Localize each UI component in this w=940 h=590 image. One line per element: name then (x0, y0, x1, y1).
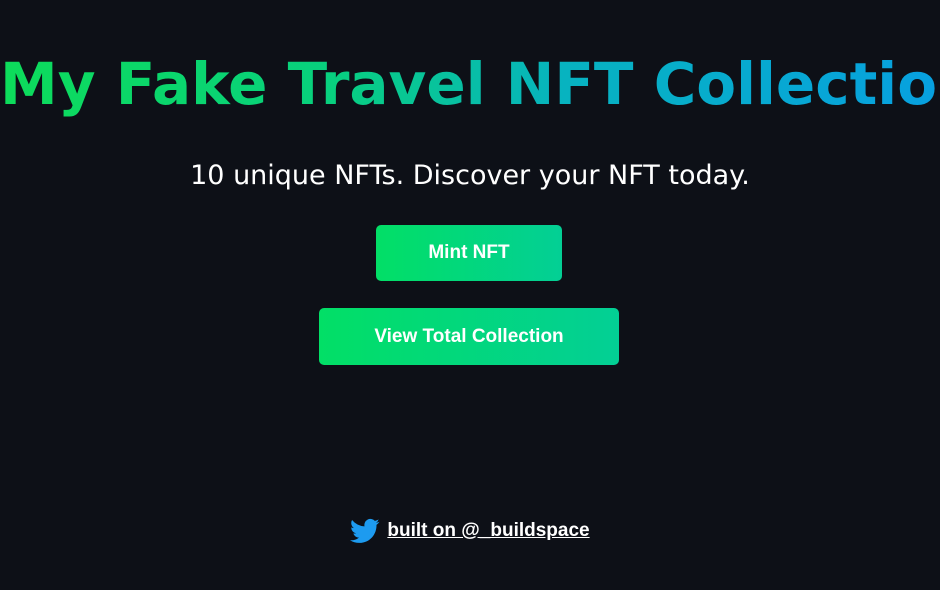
footer: built on @_buildspace (0, 512, 940, 550)
page-title: My Fake Travel NFT Collection (0, 44, 940, 124)
twitter-icon (350, 516, 380, 546)
page-subtitle: 10 unique NFTs. Discover your NFT today. (190, 160, 750, 191)
buildspace-link[interactable]: built on @_buildspace (387, 520, 589, 542)
view-collection-button[interactable]: View Total Collection (319, 308, 619, 365)
mint-nft-button[interactable]: Mint NFT (376, 225, 562, 281)
